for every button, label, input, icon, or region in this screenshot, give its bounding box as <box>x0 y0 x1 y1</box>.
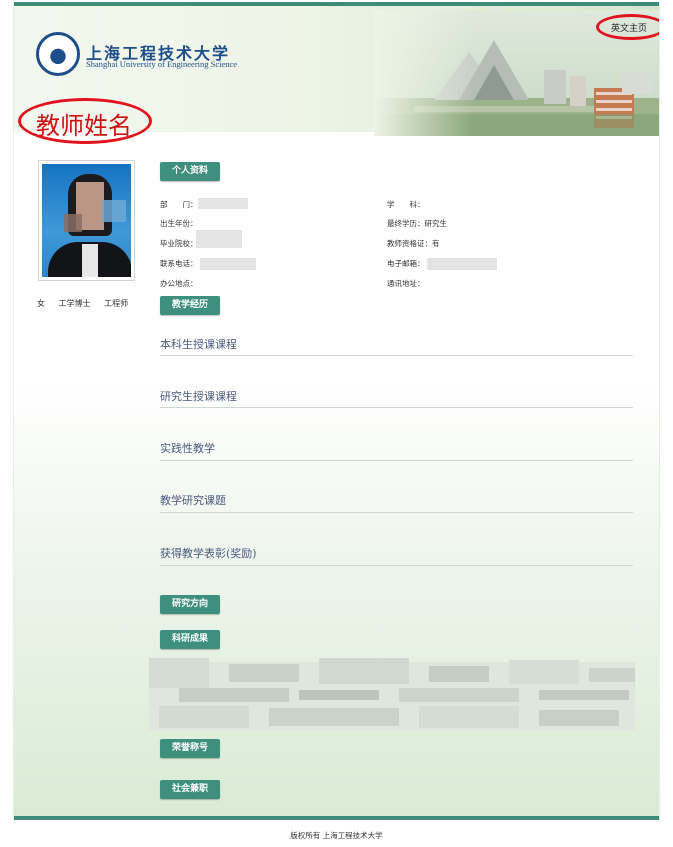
department-label: 部 门： <box>160 200 198 209</box>
education-label: 最终学历：研究生 <box>387 219 448 228</box>
gender-tag: 女 <box>37 299 45 308</box>
practical-teaching-heading: 实践性教学 <box>160 442 215 455</box>
university-name-en: Shanghai University of Engineering Scien… <box>86 59 238 69</box>
annotation-circle-english-link <box>596 14 659 40</box>
phone-value-redacted <box>200 258 256 270</box>
graduate-value-redacted <box>196 230 242 248</box>
education-value: 研究生 <box>424 219 448 228</box>
discipline-label: 学 科： <box>387 200 425 209</box>
qualification-label: 教师资格证：有 <box>387 239 440 248</box>
footer-copyright: 版权所有 上海工程技术大学 <box>290 831 383 840</box>
birth-label: 出生年份： <box>160 219 198 228</box>
page-container: 上海工程技术大学 Shanghai University of Engineer… <box>13 2 660 820</box>
section-teaching-button[interactable]: 教学经历 <box>160 296 221 315</box>
section-research-results-button[interactable]: 科研成果 <box>160 630 221 649</box>
degree-tag: 工学博士 <box>58 299 91 308</box>
teacher-photo <box>38 160 135 281</box>
research-results-redacted <box>149 658 635 734</box>
qualification-value: 有 <box>432 239 440 248</box>
section-social-positions-button[interactable]: 社会兼职 <box>160 780 221 799</box>
teaching-awards-heading: 获得教学表彰(奖励) <box>160 547 257 560</box>
email-value-redacted <box>427 258 497 270</box>
annotation-circle-teacher-name <box>18 98 152 144</box>
graduate-courses-heading: 研究生授课课程 <box>160 390 237 403</box>
divider <box>160 355 633 356</box>
teacher-tags: 女 工学博士 工程师 <box>37 298 139 309</box>
address-label: 通讯地址： <box>387 279 425 288</box>
phone-label: 联系电话： <box>160 259 198 268</box>
divider <box>160 565 633 566</box>
department-value-redacted <box>198 198 248 209</box>
title-tag: 工程师 <box>104 299 129 308</box>
university-emblem-icon <box>36 32 80 76</box>
divider <box>160 512 633 513</box>
section-research-direction-button[interactable]: 研究方向 <box>160 595 221 614</box>
undergraduate-courses-heading: 本科生授课课程 <box>160 338 237 351</box>
email-label: 电子邮箱： <box>387 259 425 268</box>
divider <box>160 460 633 461</box>
section-profile-button[interactable]: 个人资料 <box>160 162 221 181</box>
divider <box>160 407 633 408</box>
graduate-label: 毕业院校： <box>160 239 198 248</box>
bottom-border <box>14 816 659 820</box>
office-label: 办公地点： <box>160 279 198 288</box>
section-honors-button[interactable]: 荣誉称号 <box>160 739 221 758</box>
teaching-research-heading: 教学研究课题 <box>160 494 226 507</box>
header-banner: 上海工程技术大学 Shanghai University of Engineer… <box>14 6 659 144</box>
